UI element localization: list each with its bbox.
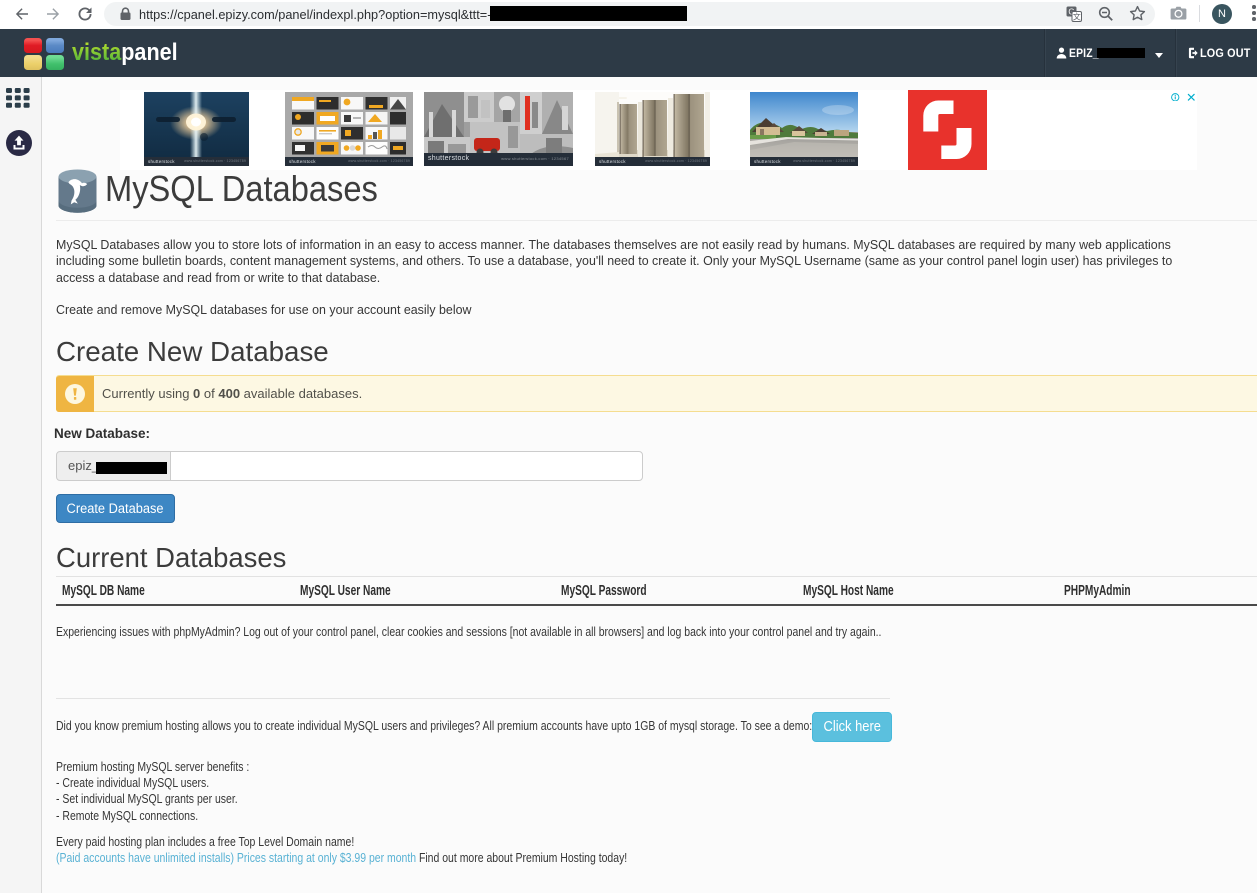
svg-text:文: 文 xyxy=(1073,12,1081,22)
